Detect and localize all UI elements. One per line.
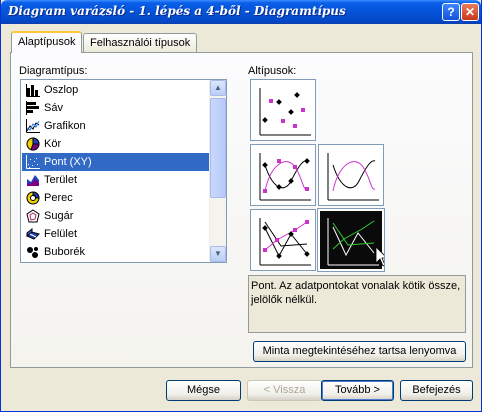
line-chart-icon — [26, 119, 40, 133]
cancel-label: Mégse — [186, 384, 221, 396]
list-item-label: Sáv — [44, 102, 63, 114]
chart-wizard-dialog: Diagram varázsló - 1. lépés a 4-ből - Di… — [0, 0, 482, 412]
list-item-label: Felület — [44, 228, 78, 240]
list-item-label: Sugár — [44, 210, 74, 222]
scatter-markers-preview — [259, 88, 311, 136]
list-item-scatter[interactable]: Pont (XY) — [22, 153, 220, 171]
subtype-scatter-markers-only[interactable] — [250, 79, 316, 141]
list-item-line[interactable]: Grafikon — [22, 117, 220, 135]
back-label: < Vissza — [263, 384, 306, 396]
list-item-doughnut[interactable]: Perec — [22, 189, 220, 207]
scatter-straight-lines-preview — [327, 218, 384, 267]
list-item-label: Pont (XY) — [44, 156, 92, 168]
next-button[interactable]: Tovább > — [321, 380, 394, 401]
scatter-smoothed-lines-preview — [327, 153, 379, 201]
subtype-scatter-straight-lines-markers[interactable] — [250, 209, 316, 271]
pie-chart-icon — [26, 137, 40, 151]
back-button[interactable]: < Vissza — [247, 380, 322, 401]
description-text: Pont. Az adatpontokat vonalak kötik össz… — [251, 280, 461, 306]
list-item-surface[interactable]: Felület — [22, 225, 220, 243]
list-item-bar[interactable]: Sáv — [22, 99, 220, 117]
list-item-label: Buborék — [44, 246, 85, 258]
title-bar[interactable]: Diagram varázsló - 1. lépés a 4-ből - Di… — [1, 0, 481, 24]
subtypes-label: Altípusok: — [248, 65, 297, 77]
tab-custom-types[interactable]: Felhasználói típusok — [83, 33, 198, 53]
subtype-scatter-straight-lines[interactable] — [317, 208, 385, 272]
scatter-chart-icon — [26, 155, 40, 169]
next-label: Tovább > — [335, 384, 380, 396]
subtype-scatter-smoothed-lines-markers[interactable] — [250, 144, 316, 206]
doughnut-chart-icon — [26, 191, 40, 205]
tab-panel: Diagramtípus: Oszlop Sáv Grafikon Kör Po… — [10, 52, 473, 368]
preview-sample-button[interactable]: Minta megtekintéséhez tartsa lenyomva — [253, 341, 466, 362]
subtype-description: Pont. Az adatpontokat vonalak kötik össz… — [248, 275, 466, 333]
chart-type-list[interactable]: Oszlop Sáv Grafikon Kör Pont (XY) Terüle… — [20, 79, 227, 263]
tab-standard-types[interactable]: Alaptípusok — [11, 31, 83, 53]
subtype-scatter-smoothed-lines[interactable] — [318, 144, 384, 206]
scatter-smoothed-markers-preview — [259, 153, 311, 201]
list-item-radar[interactable]: Sugár — [22, 207, 220, 225]
mouse-cursor-icon — [375, 246, 384, 267]
list-item-label: Perec — [44, 192, 73, 204]
scroll-thumb[interactable] — [210, 98, 226, 198]
cancel-button[interactable]: Mégse — [166, 380, 241, 401]
scatter-straight-markers-preview — [259, 218, 311, 266]
list-item-label: Oszlop — [44, 84, 79, 96]
finish-button[interactable]: Befejezés — [400, 380, 473, 401]
preview-button-label: Minta megtekintéséhez tartsa lenyomva — [262, 345, 457, 357]
finish-label: Befejezés — [412, 384, 461, 396]
list-item-label: Kör — [44, 138, 62, 150]
surface-chart-icon — [26, 227, 40, 240]
list-item-column[interactable]: Oszlop — [22, 81, 220, 99]
scroll-up-button[interactable]: ▲ — [210, 80, 226, 96]
list-item-area[interactable]: Terület — [22, 171, 220, 189]
radar-chart-icon — [26, 209, 40, 223]
scroll-down-button[interactable]: ▼ — [210, 246, 226, 262]
list-item-bubble[interactable]: Buborék — [22, 243, 220, 261]
help-button[interactable]: ? — [442, 3, 460, 21]
bar-chart-icon — [26, 101, 39, 115]
area-chart-icon — [27, 175, 39, 186]
bubble-chart-icon — [27, 247, 38, 258]
list-item-pie[interactable]: Kör — [22, 135, 220, 153]
column-chart-icon — [26, 84, 40, 97]
list-item-label: Terület — [44, 174, 78, 186]
window-title: Diagram varázsló - 1. lépés a 4-ből - Di… — [8, 4, 346, 18]
chart-type-scrollbar[interactable]: ▲ ▼ — [209, 80, 226, 262]
list-item-label: Grafikon — [44, 120, 86, 132]
close-button[interactable]: ✕ — [461, 3, 479, 21]
chart-type-label: Diagramtípus: — [19, 65, 88, 77]
